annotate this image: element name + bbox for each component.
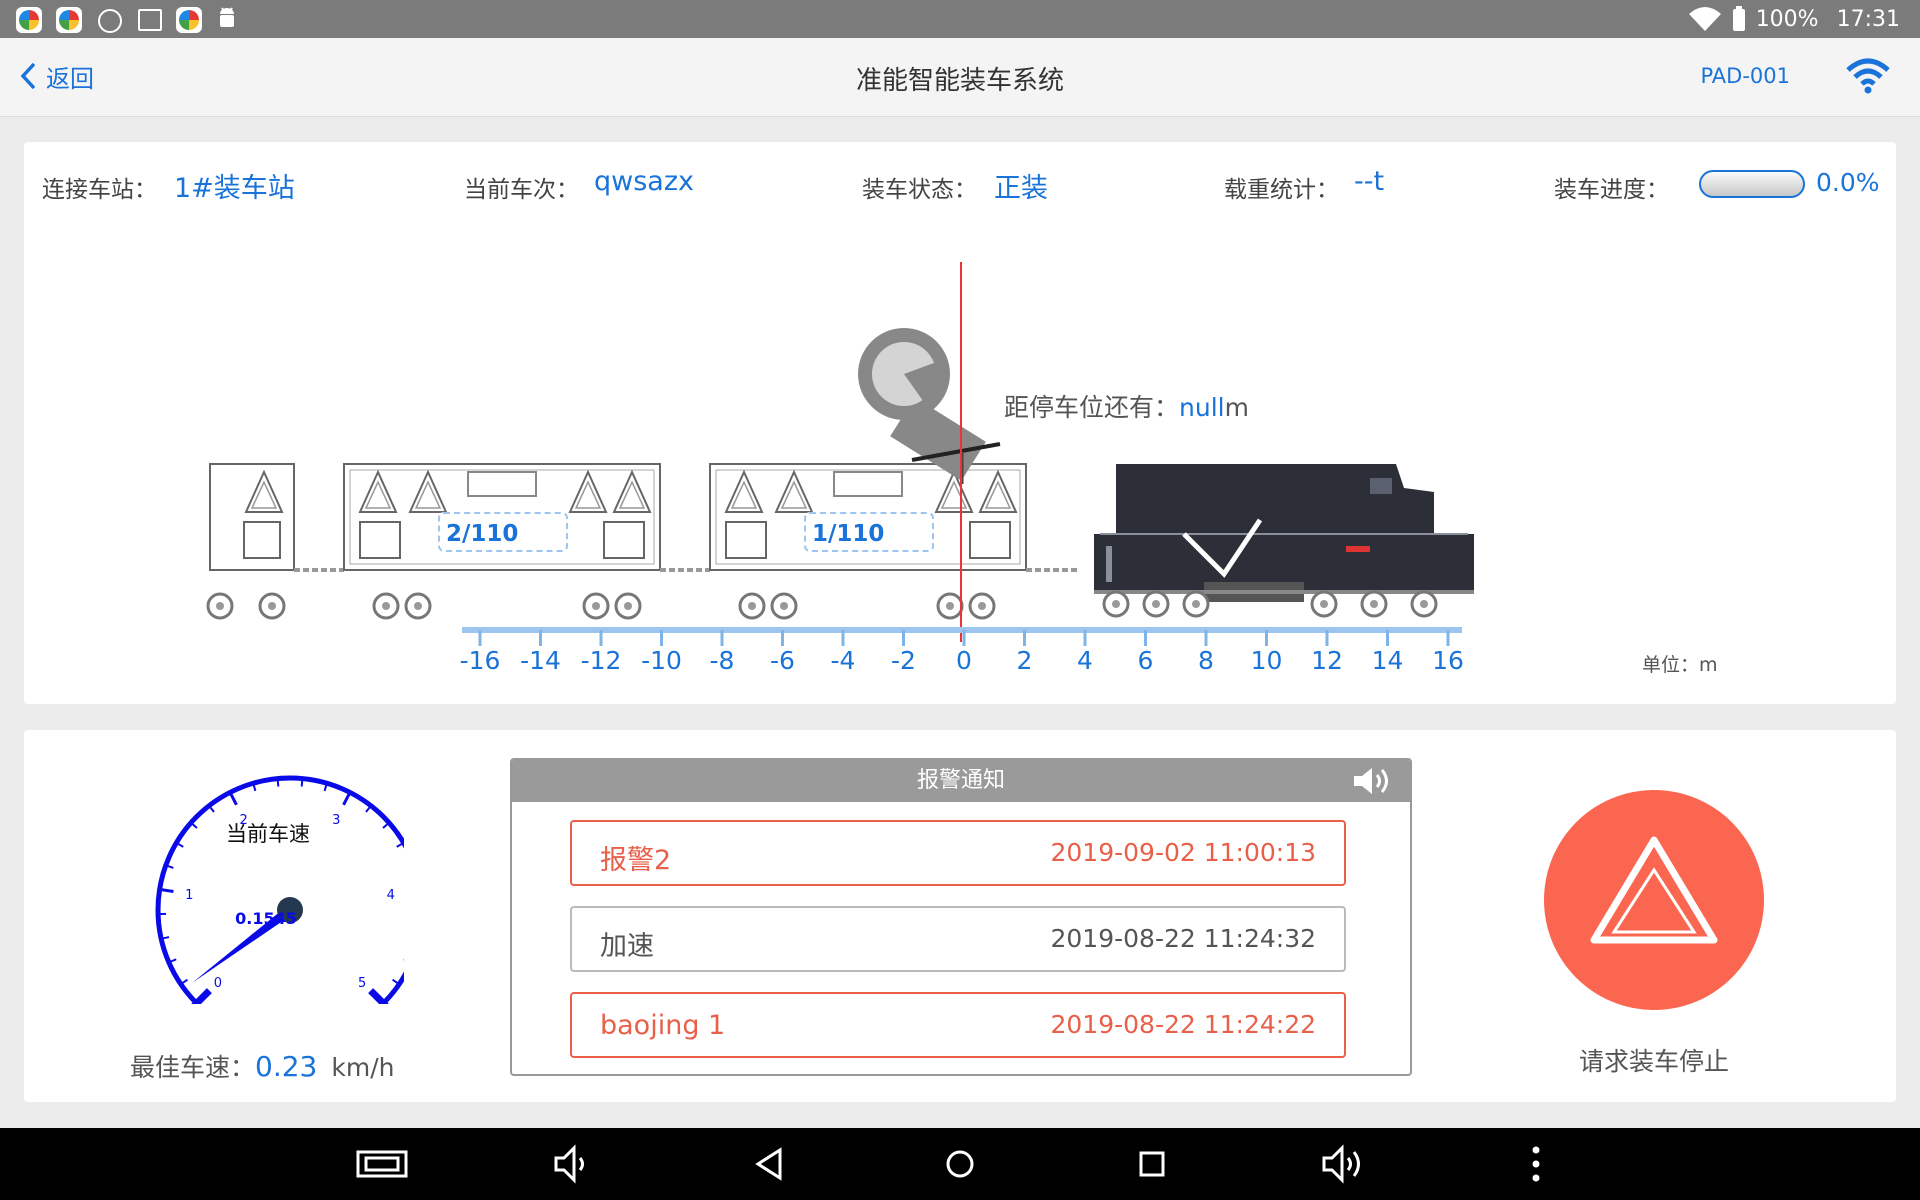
alarm-item-name: 加速 — [600, 931, 654, 962]
best-speed-value: 0.23 — [255, 1050, 318, 1083]
app-icon — [176, 7, 202, 33]
wifi-icon — [1846, 58, 1890, 94]
ruler-tick-label: -12 — [580, 646, 622, 675]
recent-apps-icon[interactable] — [1122, 1140, 1182, 1188]
best-speed: 最佳车速：0.23 km/h — [130, 1048, 394, 1084]
speedometer-title: 当前车速 — [226, 822, 310, 846]
app-icon — [16, 7, 42, 33]
speedometer-end-cap — [368, 988, 389, 1004]
wifi-signal-icon — [1688, 7, 1721, 31]
alarm-header: 报警通知 — [512, 760, 1410, 802]
device-id: PAD-001 — [1700, 64, 1790, 88]
ruler-tick-label: 0 — [956, 646, 972, 675]
image-icon — [138, 9, 162, 31]
speedometer-end-cap — [191, 988, 212, 1004]
volume-down-icon[interactable] — [542, 1140, 602, 1188]
ruler-tick-label: -10 — [641, 646, 682, 675]
home-icon[interactable] — [930, 1140, 990, 1188]
alarm-item-time: 2019-09-02 11:00:13 — [1050, 838, 1316, 867]
alarm-item-time: 2019-08-22 11:24:22 — [1050, 1010, 1316, 1039]
loading-status-panel: 连接车站： 1#装车站 当前车次： qwsazx 装车状态： 正装 载重统计： … — [24, 142, 1896, 704]
distance-readout: 距停车位还有：nullm — [1004, 388, 1249, 424]
unit-label: 单位：m — [1642, 654, 1718, 676]
wagon-partial — [206, 463, 344, 620]
alarm-panel: 报警通知 报警2 2019-09-02 11:00:13 加速 2019-08-… — [510, 758, 1412, 1076]
volume-up-icon[interactable] — [1314, 1140, 1374, 1188]
page-title: 准能智能装车系统 — [855, 66, 1064, 96]
navigation-bar — [0, 1128, 1920, 1200]
speedometer-scale-label: 1 — [185, 888, 193, 903]
ruler-tick-label: 2 — [1016, 646, 1033, 675]
android-icon — [220, 7, 234, 27]
alarm-item-time: 2019-08-22 11:24:32 — [1050, 924, 1316, 953]
warning-triangle-icon — [1590, 836, 1718, 944]
ruler-tick-label: 10 — [1250, 646, 1283, 675]
speedometer-tick — [276, 778, 280, 787]
ruler-tick-label: 16 — [1432, 646, 1464, 675]
distance-unit: m — [1224, 393, 1249, 422]
stop-loading-label: 请求装车停止 — [1578, 1047, 1729, 1076]
alarm-title: 报警通知 — [916, 768, 1005, 793]
train-scene — [206, 262, 1474, 646]
ruler-tick-label: -8 — [709, 646, 735, 675]
control-panel: 012345 当前车速 0.1545 最佳车速：0.23 km/h 报警通知 报警… — [24, 730, 1896, 1102]
alarm-item-name: 报警2 — [600, 845, 672, 876]
ruler-tick-label: -16 — [459, 646, 501, 675]
best-speed-unit: km/h — [331, 1053, 395, 1082]
battery-icon — [1732, 6, 1745, 31]
distance-value: null — [1179, 393, 1225, 422]
loading-chute — [858, 328, 1001, 484]
speedometer: 012 345 当前车速 0.1545 — [155, 775, 404, 1004]
speedometer-tick — [228, 791, 238, 806]
distance-label: 距停车位还有： — [1004, 393, 1180, 422]
ruler-tick-label: 6 — [1137, 646, 1154, 675]
ruler-tick-label: 8 — [1198, 646, 1214, 675]
ruler-tick-label: -14 — [520, 646, 561, 675]
wagon-1-label: 1/110 — [804, 512, 934, 552]
clock: 17:31 — [1836, 6, 1900, 32]
wagon-2-label: 2/110 — [438, 512, 568, 552]
ruler-tick-label: 12 — [1311, 646, 1343, 675]
back-nav-icon[interactable] — [740, 1140, 800, 1188]
speedometer-tick — [342, 791, 352, 806]
alarm-item[interactable]: 加速 2019-08-22 11:24:32 — [570, 906, 1346, 972]
notification-icon — [98, 9, 122, 33]
speedometer-scale-label: 3 — [332, 813, 340, 828]
alarm-item[interactable]: baojing 1 2019-08-22 11:24:22 — [570, 992, 1346, 1058]
speedometer-scale-label: 5 — [358, 976, 366, 991]
alarm-item-name: baojing 1 — [600, 1010, 726, 1041]
alarm-item[interactable]: 报警2 2019-09-02 11:00:13 — [570, 820, 1346, 886]
ruler-tick-label: -4 — [830, 646, 856, 675]
ruler-tick-label: -6 — [770, 646, 795, 675]
speaker-icon[interactable] — [1352, 765, 1394, 797]
stop-loading-button[interactable] — [1544, 790, 1764, 1010]
speedometer-value: 0.1545 — [235, 909, 297, 928]
app-icon — [56, 7, 82, 33]
battery-level: 100% — [1755, 6, 1819, 32]
status-bar: 100% 17:31 — [0, 0, 1920, 38]
ruler-tick-label: 4 — [1077, 646, 1093, 675]
speedometer-scale-label: 0 — [214, 976, 222, 991]
screenshot-icon[interactable] — [352, 1140, 412, 1188]
speedometer-scale-label: 4 — [387, 888, 395, 903]
ruler-tick-label: -2 — [891, 646, 916, 675]
locomotive — [1094, 464, 1474, 618]
ruler-tick-label: 14 — [1371, 646, 1404, 675]
app-header: 返回 准能智能装车系统 PAD-001 — [0, 38, 1920, 117]
more-options-icon[interactable] — [1506, 1140, 1566, 1188]
speedometer-tick — [300, 778, 304, 787]
best-speed-label: 最佳车速： — [130, 1053, 256, 1082]
